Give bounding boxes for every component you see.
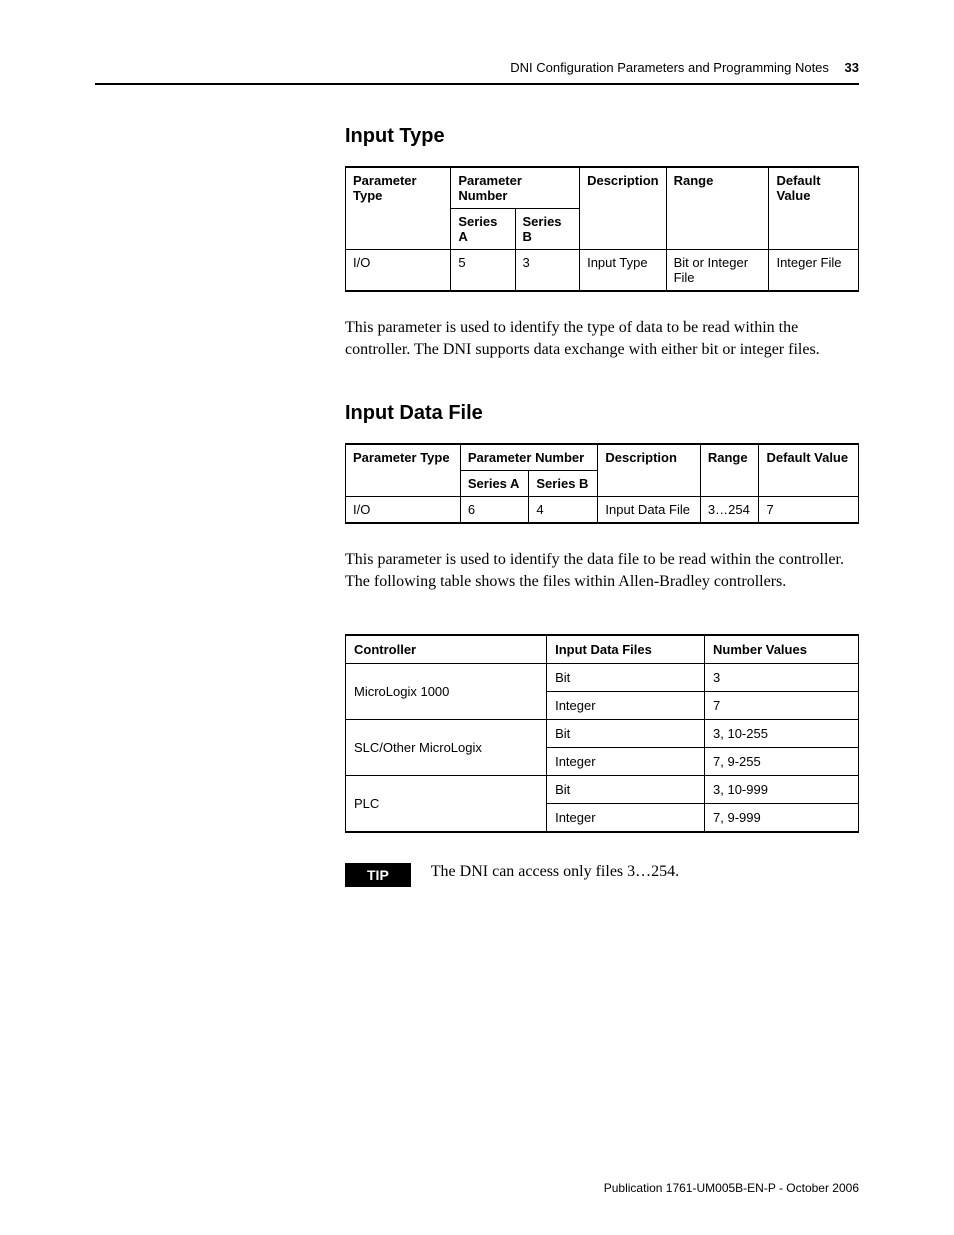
th2-param-num: Parameter Number: [460, 444, 598, 471]
cell-values: 3, 10-999: [705, 775, 859, 803]
cell2-default: 7: [759, 496, 859, 523]
th2-series-a: Series A: [460, 470, 529, 496]
section2-body: This parameter is used to identify the d…: [345, 549, 859, 594]
cell-default: Integer File: [769, 250, 859, 292]
cell2-description: Input Data File: [598, 496, 700, 523]
footer-publication: Publication 1761-UM005B-EN-P - October 2…: [604, 1181, 859, 1195]
cell-values: 3: [705, 663, 859, 691]
cell-values: 7, 9-999: [705, 803, 859, 832]
running-title: DNI Configuration Parameters and Program…: [510, 60, 829, 75]
page-number: 33: [845, 60, 859, 75]
th-input-files: Input Data Files: [547, 635, 705, 664]
cell2-series-b: 4: [529, 496, 598, 523]
content-area: Input Type Parameter Type Parameter Numb…: [345, 125, 859, 887]
tip-text: The DNI can access only files 3…254.: [431, 863, 679, 881]
cell-description: Input Type: [580, 250, 667, 292]
cell-series-b: 3: [515, 250, 580, 292]
section2-param-table: Parameter Type Parameter Number Descript…: [345, 443, 859, 524]
section1-title: Input Type: [345, 125, 859, 148]
cell-values: 7: [705, 691, 859, 719]
page: DNI Configuration Parameters and Program…: [0, 0, 954, 1235]
cell-values: 3, 10-255: [705, 719, 859, 747]
th-default: Default Value: [769, 167, 859, 250]
cell-controller: PLC: [346, 775, 547, 832]
section1-param-table: Parameter Type Parameter Number Descript…: [345, 166, 859, 292]
th-description: Description: [580, 167, 667, 250]
th-param-num: Parameter Number: [451, 167, 580, 209]
files-table: Controller Input Data Files Number Value…: [345, 634, 859, 833]
section2-title: Input Data File: [345, 402, 859, 425]
cell-input: Integer: [547, 747, 705, 775]
th2-range: Range: [700, 444, 759, 497]
cell-input: Bit: [547, 719, 705, 747]
th2-description: Description: [598, 444, 700, 497]
section1-body: This parameter is used to identify the t…: [345, 317, 859, 362]
tip-row: TIP The DNI can access only files 3…254.: [345, 863, 859, 887]
cell-param-type: I/O: [346, 250, 451, 292]
th2-series-b: Series B: [529, 470, 598, 496]
cell2-series-a: 6: [460, 496, 529, 523]
cell-input: Bit: [547, 663, 705, 691]
cell-controller: SLC/Other MicroLogix: [346, 719, 547, 775]
tip-badge: TIP: [345, 863, 411, 887]
cell-input: Integer: [547, 691, 705, 719]
cell-input: Bit: [547, 775, 705, 803]
th2-param-type: Parameter Type: [346, 444, 461, 497]
th-number-values: Number Values: [705, 635, 859, 664]
cell2-range: 3…254: [700, 496, 759, 523]
th-param-type: Parameter Type: [346, 167, 451, 250]
cell-range: Bit or Integer File: [666, 250, 769, 292]
th2-default: Default Value: [759, 444, 859, 497]
th-series-b: Series B: [515, 209, 580, 250]
cell-controller: MicroLogix 1000: [346, 663, 547, 719]
th-series-a: Series A: [451, 209, 515, 250]
th-range: Range: [666, 167, 769, 250]
cell-input: Integer: [547, 803, 705, 832]
th-controller: Controller: [346, 635, 547, 664]
cell-values: 7, 9-255: [705, 747, 859, 775]
cell-series-a: 5: [451, 250, 515, 292]
running-header: DNI Configuration Parameters and Program…: [95, 60, 859, 85]
cell2-param-type: I/O: [346, 496, 461, 523]
